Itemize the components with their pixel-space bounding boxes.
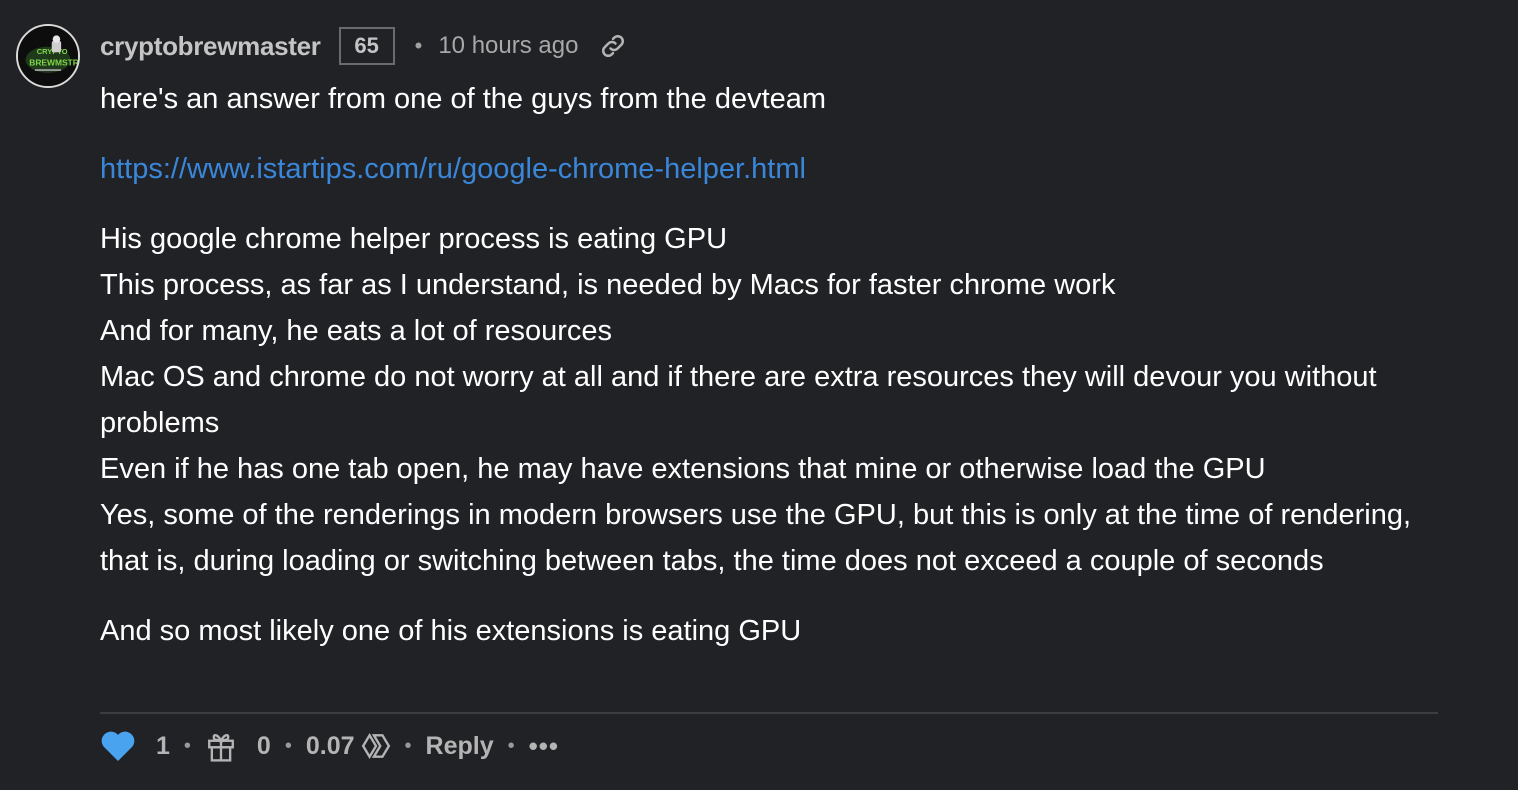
comment-header: cryptobrewmaster 65 • 10 hours ago xyxy=(100,26,628,66)
link-icon[interactable] xyxy=(598,31,628,61)
separator-dot: • xyxy=(404,734,412,757)
body-paragraph: And so most likely one of his extensions… xyxy=(100,615,802,647)
comment-body: here's an answer from one of the guys fr… xyxy=(100,76,1440,654)
heart-icon[interactable] xyxy=(100,729,136,763)
gift-icon[interactable] xyxy=(205,729,237,763)
vote-count[interactable]: 1 xyxy=(156,732,170,761)
comment: CRYPTO BREWMSTR cryptobrewmaster 65 • 10… xyxy=(0,0,1518,790)
body-line: His google chrome helper process is eati… xyxy=(100,223,728,255)
body-line: This process, as far as I understand, is… xyxy=(100,269,1116,301)
more-options-button[interactable]: ••• xyxy=(529,731,559,762)
comment-actions: 1 • 0 • 0.07 • Reply • ••• xyxy=(100,724,559,768)
body-line: Even if he has one tab open, he may have… xyxy=(100,453,1266,485)
separator-dot: • xyxy=(284,734,292,757)
avatar[interactable]: CRYPTO BREWMSTR xyxy=(16,24,80,88)
body-paragraph: here's an answer from one of the guys fr… xyxy=(100,83,827,115)
reply-button[interactable]: Reply xyxy=(426,732,494,761)
body-line: Yes, some of the renderings in modern br… xyxy=(100,499,1412,577)
divider xyxy=(100,712,1438,714)
separator-dot: • xyxy=(414,33,423,58)
hive-logo-icon xyxy=(361,732,390,760)
gift-count: 0 xyxy=(256,731,271,760)
svg-text:BREWMSTR: BREWMSTR xyxy=(29,57,78,67)
article-link[interactable]: https://www.istartips.com/ru/google-chro… xyxy=(100,153,806,185)
body-line: Mac OS and chrome do not worry at all an… xyxy=(100,361,1377,439)
author-username[interactable]: cryptobrewmaster xyxy=(100,31,321,62)
crypto-brewmaster-avatar-icon: CRYPTO BREWMSTR xyxy=(18,26,78,86)
body-line: And for many, he eats a lot of resources xyxy=(100,315,613,347)
reputation-badge: 65 xyxy=(338,27,395,65)
separator-dot: • xyxy=(183,734,191,757)
payout-value[interactable]: 0.07 xyxy=(306,732,355,761)
comment-timestamp[interactable]: 10 hours ago xyxy=(438,32,578,60)
separator-dot: • xyxy=(507,734,515,757)
